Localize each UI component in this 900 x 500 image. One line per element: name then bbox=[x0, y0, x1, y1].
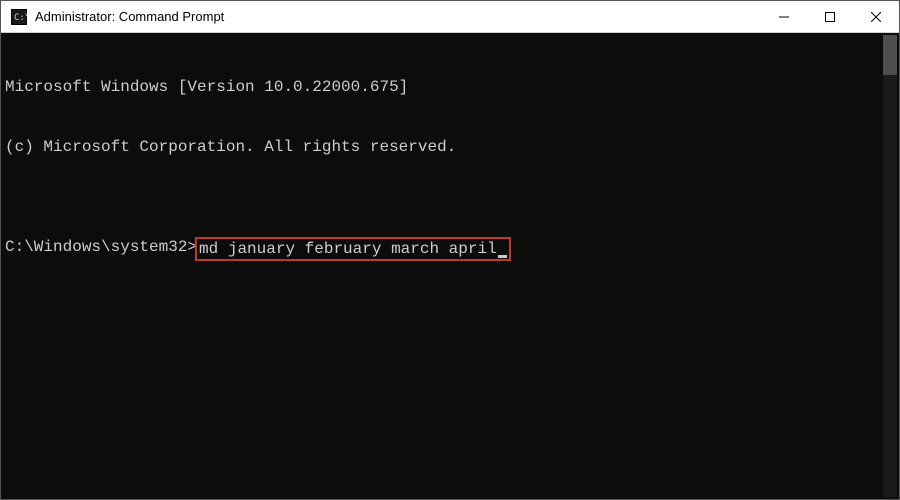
close-button[interactable] bbox=[853, 1, 899, 33]
scrollbar-thumb[interactable] bbox=[883, 35, 897, 75]
cmd-icon: C:\ bbox=[9, 7, 29, 27]
prompt-line: C:\Windows\system32>md january february … bbox=[5, 237, 899, 261]
output-line: Microsoft Windows [Version 10.0.22000.67… bbox=[5, 77, 899, 97]
terminal-output: Microsoft Windows [Version 10.0.22000.67… bbox=[1, 33, 899, 499]
titlebar[interactable]: C:\ Administrator: Command Prompt bbox=[1, 1, 899, 33]
terminal-area[interactable]: Microsoft Windows [Version 10.0.22000.67… bbox=[1, 33, 899, 499]
cursor bbox=[498, 255, 507, 258]
highlighted-command: md january february march april bbox=[195, 237, 511, 261]
svg-text:C:\: C:\ bbox=[14, 13, 27, 23]
minimize-button[interactable] bbox=[761, 1, 807, 33]
prompt-path: C:\Windows\system32> bbox=[5, 237, 197, 257]
command-text: md january february march april bbox=[199, 240, 497, 258]
maximize-button[interactable] bbox=[807, 1, 853, 33]
scrollbar-track[interactable] bbox=[883, 35, 897, 497]
cmd-window: C:\ Administrator: Command Prompt Micros… bbox=[0, 0, 900, 500]
window-title: Administrator: Command Prompt bbox=[35, 9, 224, 24]
output-line: (c) Microsoft Corporation. All rights re… bbox=[5, 137, 899, 157]
